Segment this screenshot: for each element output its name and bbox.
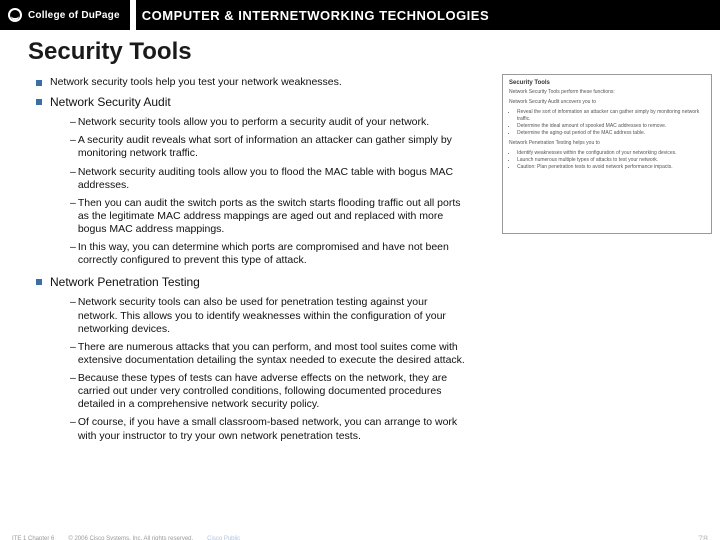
item-text: Network security auditing tools allow yo… <box>78 166 466 192</box>
header-title: COMPUTER & INTERNETWORKING TECHNOLOGIES <box>142 8 720 23</box>
main-content: Network security tools help you test you… <box>36 76 466 443</box>
side-item: Determine the ideal amount of spooked MA… <box>517 123 705 130</box>
logo-text: College of DuPage <box>28 10 120 21</box>
list-item: –Of course, if you have a small classroo… <box>70 416 466 442</box>
section-heading: Network Security Audit <box>36 95 466 110</box>
footer-copyright: © 2006 Cisco Systems, Inc. All rights re… <box>68 536 193 540</box>
list-item: –There are numerous attacks that you can… <box>70 341 466 367</box>
side-sub: Network Security Audit uncovers you to <box>509 99 705 106</box>
header-separator <box>130 0 136 30</box>
list-item: –Network security auditing tools allow y… <box>70 166 466 192</box>
side-list: Reveal the sort of information an attack… <box>517 109 705 137</box>
dash-icon: – <box>70 241 76 267</box>
side-heading: Security Tools <box>509 79 705 87</box>
app-header: College of DuPage COMPUTER & INTERNETWOR… <box>0 0 720 30</box>
side-item: Determine the aging-out period of the MA… <box>517 130 705 137</box>
slide-body: Security Tools Network security tools he… <box>0 38 720 540</box>
list-item: –Then you can audit the switch ports as … <box>70 197 466 236</box>
globe-icon <box>8 8 22 22</box>
page-number: 78 <box>698 534 708 540</box>
side-item: Reveal the sort of information an attack… <box>517 109 705 123</box>
footer-classification: Cisco Public <box>207 536 240 540</box>
side-panel: Security Tools Network Security Tools pe… <box>502 74 712 234</box>
item-text: A security audit reveals what sort of in… <box>78 134 466 160</box>
dash-icon: – <box>70 166 76 192</box>
page-title: Security Tools <box>28 38 720 66</box>
side-item: Caution: Plan penetration tests to avoid… <box>517 164 705 171</box>
item-text: Of course, if you have a small classroom… <box>78 416 466 442</box>
dash-icon: – <box>70 296 76 335</box>
dash-icon: – <box>70 416 76 442</box>
dash-icon: – <box>70 341 76 367</box>
list-item: –In this way, you can determine which po… <box>70 241 466 267</box>
logo-block: College of DuPage <box>0 0 120 30</box>
intro-bullet: Network security tools help you test you… <box>36 76 466 89</box>
list-item: –Because these types of tests can have a… <box>70 372 466 411</box>
dash-icon: – <box>70 134 76 160</box>
list-item: –A security audit reveals what sort of i… <box>70 134 466 160</box>
item-text: Then you can audit the switch ports as t… <box>78 197 466 236</box>
footer: ITE 1 Chapter 6 © 2006 Cisco Systems, In… <box>0 534 720 540</box>
side-item: Identify weaknesses within the configura… <box>517 150 705 157</box>
item-text: There are numerous attacks that you can … <box>78 341 466 367</box>
section-items: –Network security tools can also be used… <box>70 296 466 442</box>
section-heading-text: Network Security Audit <box>50 95 171 110</box>
list-item: –Network security tools allow you to per… <box>70 116 466 129</box>
dash-icon: – <box>70 116 76 129</box>
section-heading-text: Network Penetration Testing <box>50 275 200 290</box>
list-item: –Network security tools can also be used… <box>70 296 466 335</box>
item-text: Because these types of tests can have ad… <box>78 372 466 411</box>
footer-chapter: ITE 1 Chapter 6 <box>12 536 54 540</box>
item-text: Network security tools can also be used … <box>78 296 466 335</box>
item-text: In this way, you can determine which por… <box>78 241 466 267</box>
section-items: –Network security tools allow you to per… <box>70 116 466 267</box>
side-item: Launch numerous multiple types of attack… <box>517 157 705 164</box>
intro-text: Network security tools help you test you… <box>50 76 342 89</box>
dash-icon: – <box>70 372 76 411</box>
side-sub: Network Penetration Testing helps you to <box>509 140 705 147</box>
item-text: Network security tools allow you to perf… <box>78 116 429 129</box>
square-bullet-icon <box>36 279 42 285</box>
section-heading: Network Penetration Testing <box>36 275 466 290</box>
dash-icon: – <box>70 197 76 236</box>
side-list: Identify weaknesses within the configura… <box>517 150 705 171</box>
square-bullet-icon <box>36 99 42 105</box>
side-text: Network Security Tools perform these fun… <box>509 89 705 96</box>
square-bullet-icon <box>36 80 42 86</box>
